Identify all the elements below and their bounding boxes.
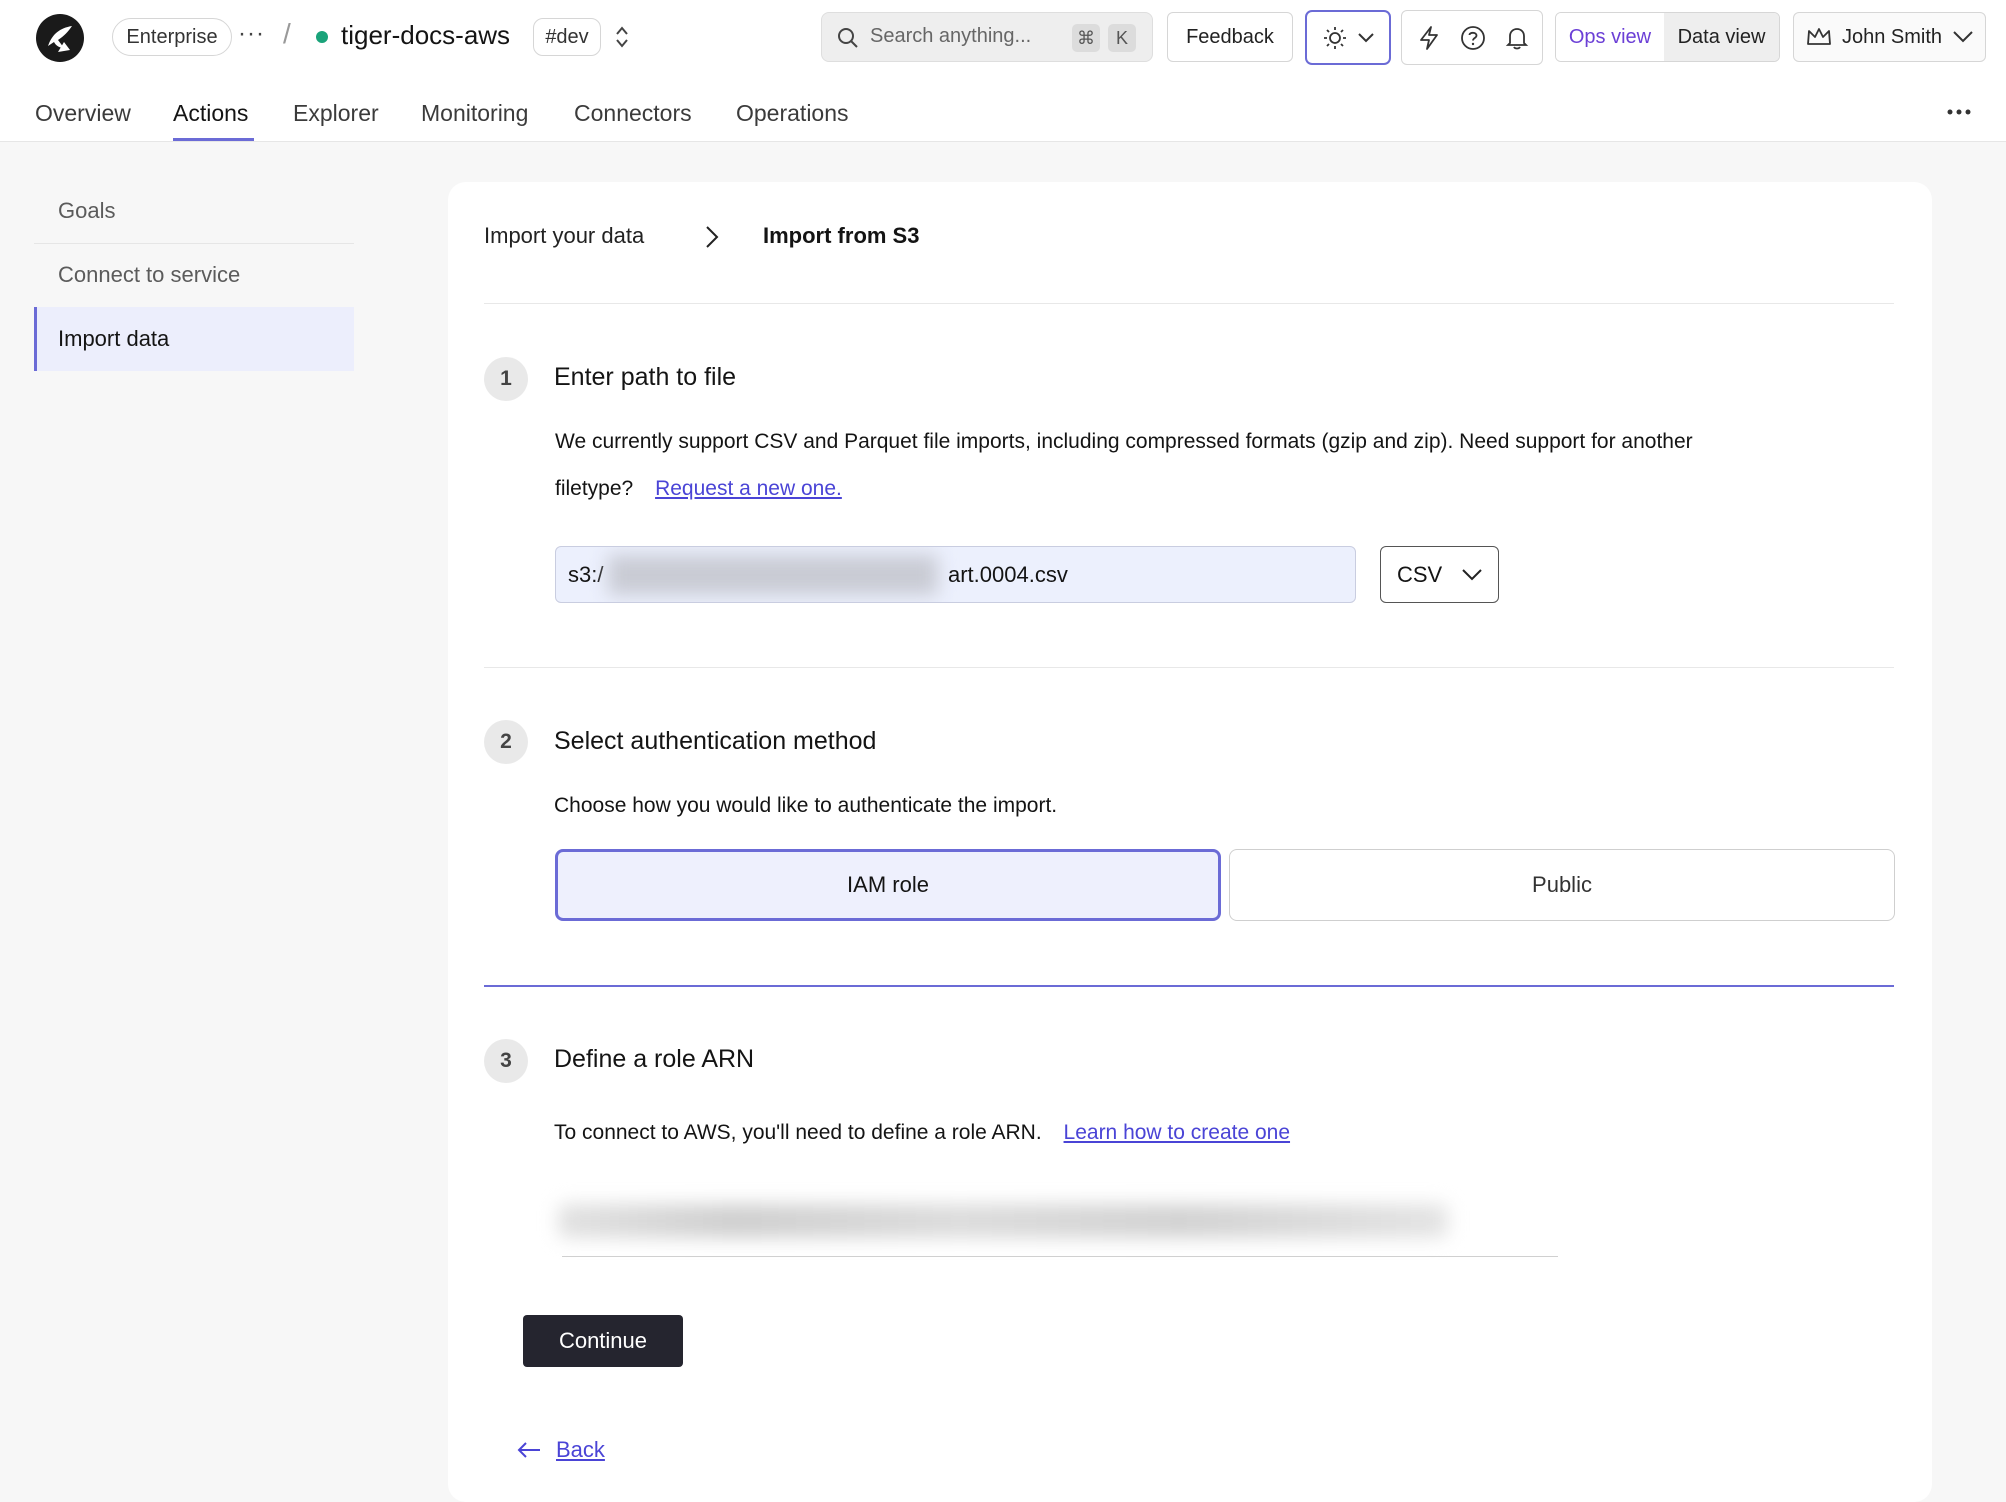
- switch-project-icon[interactable]: [612, 24, 632, 50]
- user-menu-button[interactable]: John Smith: [1793, 12, 1986, 62]
- tab-overview[interactable]: Overview: [35, 100, 131, 127]
- feedback-button[interactable]: Feedback: [1167, 12, 1293, 62]
- request-filetype-link[interactable]: Request a new one.: [655, 477, 842, 500]
- org-label: Enterprise: [126, 25, 218, 48]
- input-underline: [562, 1256, 1558, 1257]
- import-card: Import your data Import from S3 1 Enter …: [448, 182, 1932, 1502]
- step-number: 2: [484, 720, 528, 764]
- ops-view-toggle[interactable]: Ops view: [1556, 13, 1664, 61]
- breadcrumb-separator: /: [283, 18, 291, 49]
- auth-option-public[interactable]: Public: [1229, 849, 1895, 921]
- step-description: We currently support CSV and Parquet fil…: [555, 430, 1693, 453]
- step-description: To connect to AWS, you'll need to define…: [554, 1121, 1290, 1145]
- auth-option-label: IAM role: [847, 872, 929, 897]
- env-label: #dev: [545, 25, 589, 48]
- shortcut-k-key: K: [1108, 24, 1136, 52]
- sun-icon: [1324, 26, 1346, 49]
- step-title: Enter path to file: [554, 363, 737, 391]
- tab-connectors[interactable]: Connectors: [574, 100, 692, 127]
- sidebar-item-goals[interactable]: Goals: [34, 179, 354, 243]
- breadcrumb-current: Import from S3: [763, 223, 920, 248]
- auth-option-label: Public: [1532, 872, 1592, 897]
- file-format-value: CSV: [1397, 562, 1443, 587]
- sidebar-item-label: Connect to service: [58, 262, 241, 287]
- search-icon: [838, 28, 858, 48]
- step-number: 1: [484, 357, 528, 401]
- tab-operations[interactable]: Operations: [736, 100, 849, 127]
- crown-icon: [1807, 28, 1831, 45]
- sidebar-item-label: Goals: [58, 198, 116, 223]
- divider: [484, 303, 1894, 304]
- role-arn-input[interactable]: [548, 1190, 1558, 1258]
- learn-role-arn-link[interactable]: Learn how to create one: [1064, 1121, 1291, 1144]
- chevron-down-icon: [1953, 31, 1973, 43]
- top-header: Enterprise ··· / tiger-docs-aws #dev Sea…: [0, 0, 2006, 142]
- feedback-label: Feedback: [1186, 25, 1274, 48]
- breadcrumb-parent[interactable]: Import your data: [484, 223, 644, 249]
- sidebar-item-connect-to-service[interactable]: Connect to service: [34, 243, 354, 307]
- search-placeholder: Search anything...: [870, 25, 1032, 47]
- view-switcher: Ops view Data view: [1555, 12, 1780, 62]
- org-badge[interactable]: Enterprise: [112, 18, 232, 56]
- more-orgs-icon[interactable]: ···: [238, 20, 265, 48]
- active-tab-indicator: [173, 138, 254, 141]
- step-description-cont: filetype? Request a new one.: [555, 477, 842, 501]
- theme-toggle-button[interactable]: [1305, 10, 1391, 65]
- redacted-role-arn: [558, 1204, 1448, 1238]
- tab-monitoring[interactable]: Monitoring: [421, 100, 528, 127]
- divider: [484, 667, 1894, 668]
- tab-actions[interactable]: Actions: [173, 100, 248, 127]
- search-bar[interactable]: Search anything... ⌘ K: [821, 12, 1153, 62]
- step-description: Choose how you would like to authenticat…: [554, 794, 1058, 817]
- path-prefix: s3:/: [568, 562, 604, 587]
- step-number: 3: [484, 1039, 528, 1083]
- path-suffix: art.0004.csv: [948, 562, 1068, 587]
- help-icon[interactable]: [1460, 25, 1486, 51]
- project-name[interactable]: tiger-docs-aws: [341, 20, 510, 51]
- more-options-icon[interactable]: [1946, 106, 1972, 118]
- back-link[interactable]: Back: [516, 1437, 605, 1463]
- sidebar-item-import-data[interactable]: Import data: [34, 307, 354, 371]
- tab-explorer[interactable]: Explorer: [293, 100, 379, 127]
- filetype-label: filetype?: [555, 477, 634, 500]
- step-title: Define a role ARN: [554, 1045, 755, 1073]
- back-label: Back: [556, 1437, 605, 1462]
- section-divider-active: [484, 985, 1894, 987]
- arrow-left-icon: [517, 1442, 540, 1458]
- shortcut-cmd-key: ⌘: [1072, 24, 1100, 52]
- sidebar-item-label: Import data: [58, 326, 170, 351]
- continue-button[interactable]: Continue: [523, 1315, 683, 1367]
- chevron-down-icon: [1358, 32, 1374, 42]
- quick-actions-group: [1401, 10, 1543, 65]
- status-dot-icon: [316, 31, 328, 43]
- continue-label: Continue: [558, 1328, 648, 1353]
- chevron-right-icon: [706, 226, 719, 248]
- lightning-icon[interactable]: [1416, 25, 1442, 51]
- data-view-toggle[interactable]: Data view: [1664, 13, 1779, 61]
- auth-option-iam-role[interactable]: IAM role: [555, 849, 1221, 921]
- user-name: John Smith: [1842, 25, 1943, 48]
- timescale-logo-icon[interactable]: [34, 12, 86, 64]
- s3-path-input[interactable]: s3:/ art.0004.csv: [555, 546, 1356, 603]
- bell-icon[interactable]: [1504, 25, 1530, 51]
- step-title: Select authentication method: [554, 727, 877, 755]
- file-format-select[interactable]: CSV: [1380, 546, 1499, 603]
- chevron-down-icon: [1462, 569, 1482, 581]
- role-arn-text: To connect to AWS, you'll need to define…: [554, 1121, 1042, 1144]
- env-badge[interactable]: #dev: [533, 18, 601, 56]
- redacted-path: [608, 555, 938, 595]
